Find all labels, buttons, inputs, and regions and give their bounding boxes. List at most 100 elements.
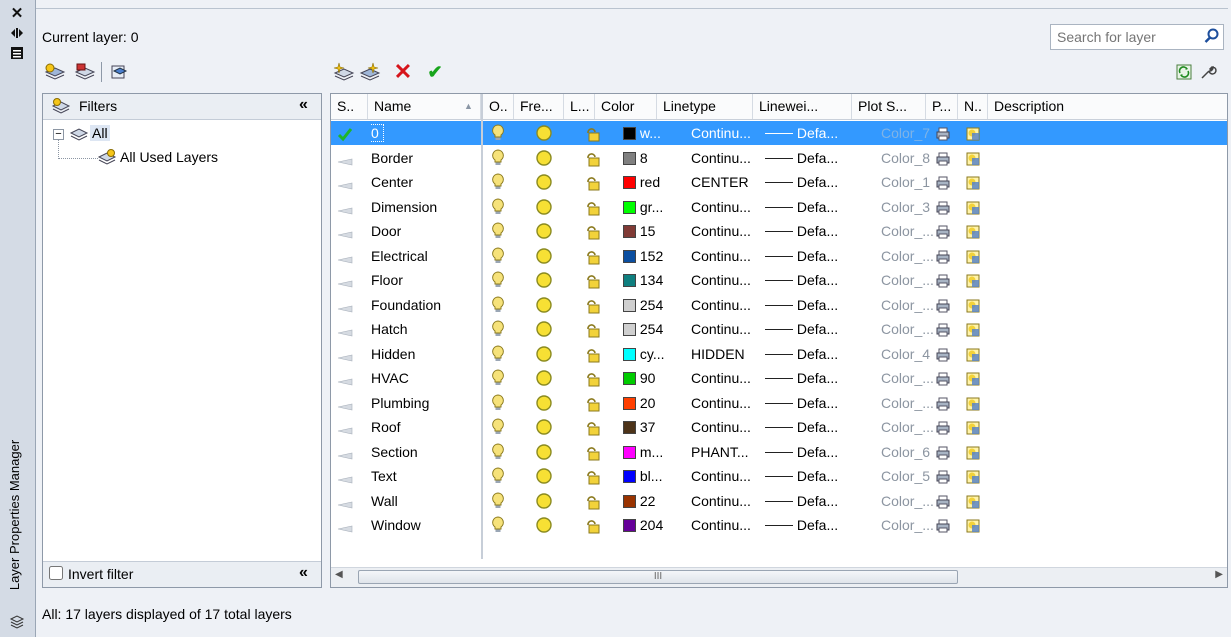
status-arrow-icon[interactable] bbox=[337, 150, 353, 168]
layer-name[interactable]: Electrical bbox=[371, 244, 428, 268]
tree-item-all[interactable]: All bbox=[90, 125, 110, 141]
refresh-icon[interactable] bbox=[1173, 62, 1195, 82]
linetype-cell[interactable]: Continu... bbox=[691, 293, 751, 317]
plot-style-cell[interactable]: Color_3 bbox=[881, 195, 930, 219]
status-arrow-icon[interactable] bbox=[337, 223, 353, 241]
invert-filter-checkbox[interactable] bbox=[49, 566, 63, 580]
color-cell[interactable]: 134 bbox=[623, 268, 663, 292]
plot-style-cell[interactable]: Color_... bbox=[881, 317, 934, 341]
layer-name[interactable]: Hatch bbox=[371, 317, 408, 341]
freeze-sun-icon[interactable] bbox=[534, 319, 554, 343]
lineweight-cell[interactable]: Defa... bbox=[765, 170, 838, 194]
table-row[interactable]: Hidden cy... HIDDEN Defa... Color_4 bbox=[331, 342, 1227, 366]
lineweight-cell[interactable]: Defa... bbox=[765, 121, 838, 145]
plot-style-cell[interactable]: Color_7 bbox=[881, 121, 930, 145]
col-new-vp-freeze[interactable]: N.. bbox=[958, 94, 988, 119]
new-group-filter-icon[interactable] bbox=[74, 62, 96, 82]
linetype-cell[interactable]: Continu... bbox=[691, 513, 751, 537]
frozen-column-divider[interactable] bbox=[481, 94, 483, 559]
freeze-sun-icon[interactable] bbox=[534, 246, 554, 270]
lightbulb-icon[interactable] bbox=[491, 442, 505, 467]
layer-name[interactable]: Roof bbox=[371, 415, 401, 439]
search-input[interactable] bbox=[1050, 24, 1224, 50]
lineweight-cell[interactable]: Defa... bbox=[765, 366, 838, 390]
table-row[interactable]: Text bl... Continu... Defa... Color_5 bbox=[331, 464, 1227, 488]
linetype-cell[interactable]: Continu... bbox=[691, 391, 751, 415]
color-cell[interactable]: 20 bbox=[623, 391, 655, 415]
layer-name[interactable]: Floor bbox=[371, 268, 403, 292]
col-name[interactable]: Name ▲ bbox=[368, 94, 481, 119]
lightbulb-icon[interactable] bbox=[491, 344, 505, 369]
plot-style-cell[interactable]: Color_5 bbox=[881, 464, 930, 488]
freeze-sun-icon[interactable] bbox=[534, 270, 554, 294]
plot-style-cell[interactable]: Color_6 bbox=[881, 440, 930, 464]
col-color[interactable]: Color bbox=[595, 94, 657, 119]
col-plot[interactable]: P... bbox=[926, 94, 958, 119]
lineweight-cell[interactable]: Defa... bbox=[765, 440, 838, 464]
tree-item-all-used-layers[interactable]: All Used Layers bbox=[120, 149, 218, 165]
color-cell[interactable]: red bbox=[623, 170, 660, 194]
color-cell[interactable]: 254 bbox=[623, 317, 663, 341]
lightbulb-icon[interactable] bbox=[491, 467, 505, 491]
linetype-cell[interactable]: PHANT... bbox=[691, 440, 749, 464]
table-row[interactable]: Center red CENTER Defa... Color_1 bbox=[331, 170, 1227, 194]
freeze-sun-icon[interactable] bbox=[534, 515, 554, 539]
linetype-cell[interactable]: HIDDEN bbox=[691, 342, 745, 366]
table-row[interactable]: Border 8 Continu... Defa... Color_8 bbox=[331, 146, 1227, 170]
printer-icon[interactable] bbox=[935, 517, 951, 541]
status-arrow-icon[interactable] bbox=[337, 370, 353, 388]
linetype-cell[interactable]: Continu... bbox=[691, 195, 751, 219]
new-property-filter-icon[interactable] bbox=[44, 62, 66, 82]
layer-name[interactable]: Wall bbox=[371, 489, 398, 513]
col-on[interactable]: O.. bbox=[483, 94, 514, 119]
linetype-cell[interactable]: Continu... bbox=[691, 219, 751, 243]
freeze-sun-icon[interactable] bbox=[534, 368, 554, 392]
plot-style-cell[interactable]: Color_... bbox=[881, 268, 934, 292]
linetype-cell[interactable]: Continu... bbox=[691, 268, 751, 292]
color-cell[interactable]: 204 bbox=[623, 513, 663, 537]
linetype-cell[interactable]: Continu... bbox=[691, 366, 751, 390]
plot-style-cell[interactable]: Color_... bbox=[881, 489, 934, 513]
col-plot-style[interactable]: Plot S... bbox=[852, 94, 926, 119]
lightbulb-icon[interactable] bbox=[491, 197, 505, 222]
layer-name[interactable]: Door bbox=[371, 219, 401, 243]
lightbulb-icon[interactable] bbox=[491, 393, 505, 418]
color-cell[interactable]: 254 bbox=[623, 293, 663, 317]
freeze-sun-icon[interactable] bbox=[534, 442, 554, 466]
status-arrow-icon[interactable] bbox=[337, 346, 353, 364]
scroll-right-icon[interactable]: ▶ bbox=[1215, 569, 1223, 580]
layer-name[interactable]: Section bbox=[371, 440, 418, 464]
linetype-cell[interactable]: Continu... bbox=[691, 464, 751, 488]
plot-style-cell[interactable]: Color_8 bbox=[881, 146, 930, 170]
color-cell[interactable]: cy... bbox=[623, 342, 665, 366]
status-arrow-icon[interactable] bbox=[337, 493, 353, 511]
freeze-sun-icon[interactable] bbox=[534, 344, 554, 368]
color-cell[interactable]: w... bbox=[623, 121, 661, 145]
status-arrow-icon[interactable] bbox=[337, 199, 353, 217]
color-cell[interactable]: 22 bbox=[623, 489, 655, 513]
status-arrow-icon[interactable] bbox=[337, 468, 353, 486]
collapse-filters-icon[interactable]: « bbox=[299, 96, 308, 114]
table-row[interactable]: 0 w... Continu... Defa... Color_7 bbox=[331, 121, 1227, 145]
table-row[interactable]: Floor 134 Continu... Defa... Color_... bbox=[331, 268, 1227, 292]
lightbulb-icon[interactable] bbox=[491, 369, 505, 393]
linetype-cell[interactable]: Continu... bbox=[691, 489, 751, 513]
plot-style-cell[interactable]: Color_... bbox=[881, 219, 934, 243]
color-cell[interactable]: 37 bbox=[623, 415, 655, 439]
color-cell[interactable]: 15 bbox=[623, 219, 655, 243]
freeze-sun-icon[interactable] bbox=[534, 123, 554, 147]
freeze-sun-icon[interactable] bbox=[534, 148, 554, 172]
lineweight-cell[interactable]: Defa... bbox=[765, 293, 838, 317]
lineweight-cell[interactable]: Defa... bbox=[765, 195, 838, 219]
layer-name[interactable]: Dimension bbox=[371, 195, 437, 219]
new-vp-freeze-icon[interactable] bbox=[965, 517, 981, 541]
layer-name[interactable]: Window bbox=[371, 513, 421, 537]
freeze-sun-icon[interactable] bbox=[534, 417, 554, 441]
delete-layer-icon[interactable]: ✕ bbox=[392, 59, 414, 84]
settings-wrench-icon[interactable] bbox=[1197, 62, 1219, 82]
status-arrow-icon[interactable] bbox=[337, 248, 353, 266]
tree-collapse-toggle[interactable]: − bbox=[53, 129, 64, 140]
plot-style-cell[interactable]: Color_1 bbox=[881, 170, 930, 194]
color-cell[interactable]: 152 bbox=[623, 244, 663, 268]
table-row[interactable]: Dimension gr... Continu... Defa... Color_3 bbox=[331, 195, 1227, 219]
